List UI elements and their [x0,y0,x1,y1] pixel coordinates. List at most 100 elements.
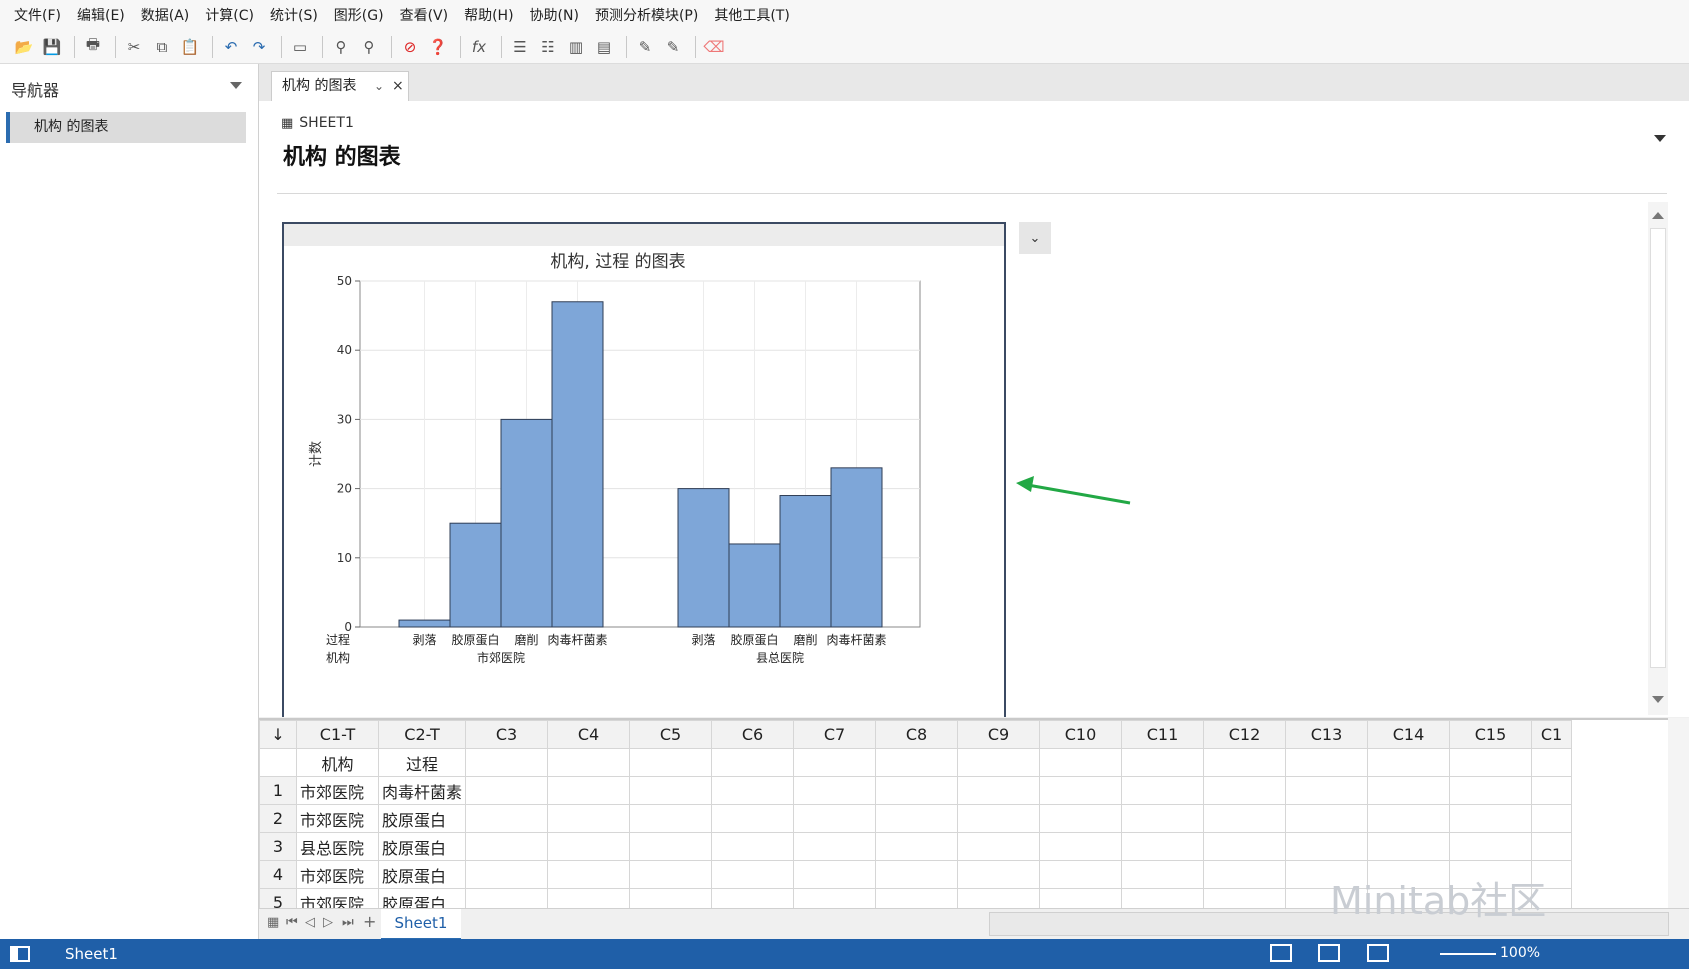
data-cell[interactable] [711,888,795,910]
data-cell[interactable] [793,776,877,805]
column-header[interactable]: C12 [1203,720,1287,749]
open-icon[interactable]: 📂 [12,35,36,59]
data-cell[interactable] [793,888,877,910]
sheet-tab[interactable]: Sheet1 [381,909,461,940]
data-cell[interactable] [629,832,713,861]
scroll-thumb[interactable] [1650,228,1666,668]
column-header[interactable]: C4 [547,720,631,749]
data-cell[interactable]: 市郊医院 [296,860,379,889]
data-cell[interactable] [957,888,1041,910]
page-view-icon[interactable] [1367,944,1389,962]
data-cell[interactable]: 肉毒杆菌素 [377,776,467,805]
column-name-cell[interactable] [465,748,549,777]
data-cell[interactable]: 胶原蛋白 [377,832,467,861]
prev-sheet-icon[interactable]: ◁ [305,915,315,930]
data-cell[interactable] [1285,832,1369,861]
data-cell[interactable] [793,804,877,833]
data-cell[interactable] [1203,860,1287,889]
data-cell[interactable] [957,832,1041,861]
data-cell[interactable] [875,832,959,861]
data-cell[interactable] [465,860,549,889]
fx-icon[interactable]: fx [467,35,491,59]
data-cell[interactable] [1531,832,1573,861]
copy-icon[interactable]: ⧉ [150,35,174,59]
brush2-icon[interactable]: ✎ [661,35,685,59]
menu-item[interactable]: 图形(G) [334,5,384,25]
worksheet-vertical-scrollbar[interactable] [1668,718,1689,908]
column-header[interactable]: C1-T [296,720,379,749]
menu-item[interactable]: 查看(V) [400,5,449,25]
data-cell[interactable] [465,776,549,805]
column-name-cell[interactable] [629,748,713,777]
normal-view-icon[interactable] [1270,944,1292,962]
menu-item[interactable]: 帮助(H) [464,5,513,25]
save-icon[interactable]: 💾 [40,35,64,59]
column-header[interactable]: C15 [1449,720,1533,749]
row-number[interactable]: 5 [259,888,297,910]
print-icon[interactable]: 🖶 [81,35,105,59]
data-cell[interactable] [1449,776,1533,805]
data-cell[interactable] [629,804,713,833]
add-sheet-icon[interactable]: + [363,912,376,931]
eraser-icon[interactable]: ⌫ [702,35,726,59]
column-name-cell[interactable] [1285,748,1369,777]
column-header[interactable]: C10 [1039,720,1123,749]
data-cell[interactable] [629,776,713,805]
data-cell[interactable] [547,776,631,805]
menu-item[interactable]: 其他工具(T) [714,5,789,25]
cut-icon[interactable]: ✂ [122,35,146,59]
last-sheet-icon[interactable]: ⏭ [342,915,354,930]
column-name-cell[interactable] [1121,748,1205,777]
data-cell[interactable] [1121,888,1205,910]
data-cell[interactable] [711,860,795,889]
column-name-cell[interactable] [875,748,959,777]
column-name-cell[interactable]: 过程 [377,748,467,777]
menu-item[interactable]: 数据(A) [141,5,190,25]
data-cell[interactable]: 市郊医院 [296,888,379,910]
column-header[interactable]: C8 [875,720,959,749]
data-cell[interactable] [465,888,549,910]
data-cell[interactable] [547,860,631,889]
data-cell[interactable] [1039,888,1123,910]
scroll-up-icon[interactable] [1652,212,1664,219]
first-sheet-icon[interactable]: ⏮ [286,915,298,930]
data-cell[interactable] [629,860,713,889]
sheet-list-icon[interactable]: ▦ [267,915,279,930]
window-icon[interactable]: ▭ [288,35,312,59]
next-sheet-icon[interactable]: ▷ [323,915,333,930]
data-cell[interactable] [711,776,795,805]
row-number[interactable]: 2 [259,804,297,833]
menu-item[interactable]: 协助(N) [530,5,579,25]
zoom-slider[interactable] [1440,953,1496,955]
menu-item[interactable]: 计算(C) [205,5,254,25]
data-cell[interactable] [1203,832,1287,861]
data-cell[interactable]: 县总医院 [296,832,379,861]
menu-item[interactable]: 文件(F) [14,5,61,25]
data-cell[interactable]: 市郊医院 [296,804,379,833]
redo-icon[interactable]: ↷ [247,35,271,59]
data-cell[interactable] [547,804,631,833]
row-number[interactable]: 4 [259,860,297,889]
data-cell[interactable] [711,832,795,861]
help-icon[interactable]: ❓ [426,35,450,59]
column-name-cell[interactable] [1367,748,1451,777]
data-cell[interactable] [1449,804,1533,833]
column-header[interactable]: C5 [629,720,713,749]
row-number[interactable]: 3 [259,832,297,861]
column-header[interactable]: C6 [711,720,795,749]
data-cell[interactable] [547,832,631,861]
undo-icon[interactable]: ↶ [219,35,243,59]
data-cell[interactable] [1367,804,1451,833]
chart-icon[interactable]: ▥ [564,35,588,59]
data-cell[interactable] [1285,776,1369,805]
worksheet-horizontal-scrollbar[interactable] [989,912,1669,936]
data-cell[interactable] [1039,804,1123,833]
data-cell[interactable] [1203,888,1287,910]
data-cell[interactable] [957,804,1041,833]
column-header[interactable]: C7 [793,720,877,749]
column-header[interactable]: C2-T [377,720,467,749]
data-cell[interactable] [875,804,959,833]
column-header[interactable]: C14 [1367,720,1451,749]
column-name-cell[interactable] [1531,748,1573,777]
grid-view-icon[interactable] [1318,944,1340,962]
